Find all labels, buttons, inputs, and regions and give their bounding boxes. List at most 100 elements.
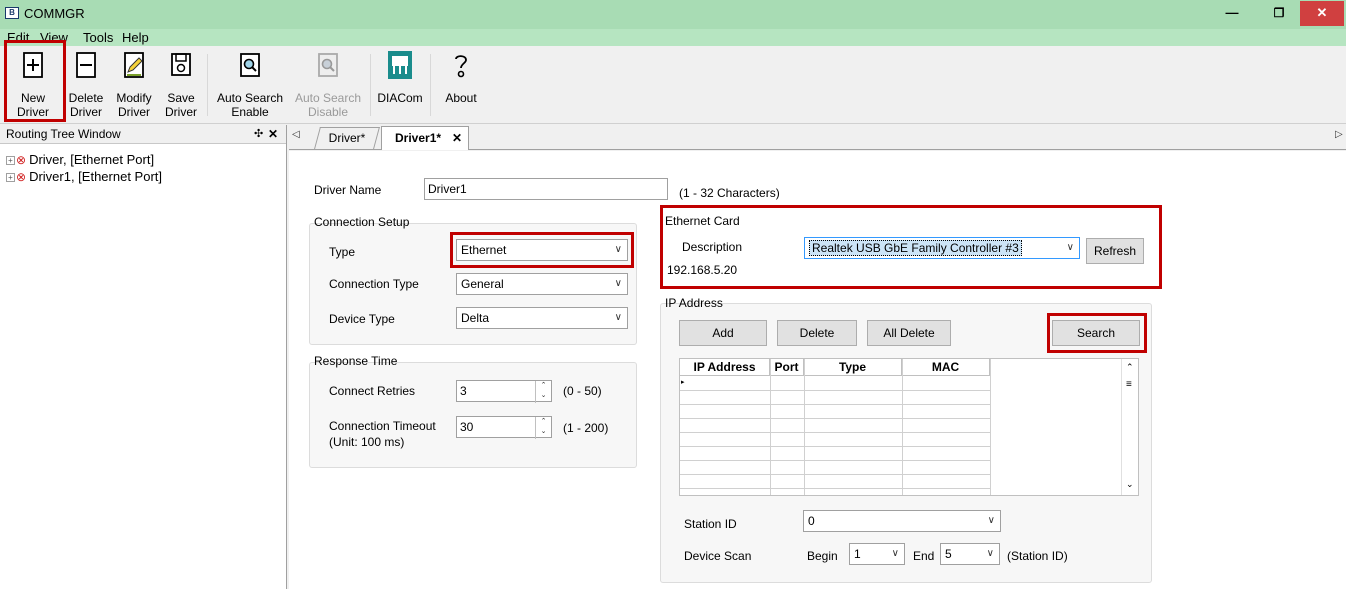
ethernet-card-select[interactable]: Realtek USB GbE Family Controller #3 ∨: [804, 237, 1080, 259]
delete-driver-button[interactable]: Delete Driver: [64, 48, 108, 122]
delete-file-icon: [76, 52, 96, 78]
error-status-icon: ⊗: [16, 170, 27, 184]
ethernet-card-value: Realtek USB GbE Family Controller #3: [809, 240, 1022, 256]
new-driver-highlight: [4, 40, 66, 122]
connect-retries-input[interactable]: 3 ⌃ ⌄: [456, 380, 552, 403]
column-mac: MAC: [902, 359, 990, 376]
scroll-down-icon[interactable]: ⌄: [1126, 479, 1134, 490]
chevron-down-icon: ∨: [614, 278, 622, 289]
tab-scroll-right-icon[interactable]: ▷: [1335, 129, 1343, 140]
vertical-scrollbar[interactable]: ⌃ ≡ ⌄: [1121, 359, 1138, 495]
refresh-button[interactable]: Refresh: [1086, 238, 1144, 264]
minimize-button[interactable]: —: [1210, 1, 1254, 26]
search-file-icon: [240, 53, 260, 77]
end-select[interactable]: 5 ∨: [940, 543, 1000, 565]
connection-timeout-value: 30: [460, 420, 474, 434]
spinner-icon[interactable]: ⌃ ⌄: [535, 381, 551, 403]
connection-type-value: General: [461, 277, 504, 291]
connection-type-select[interactable]: General ∨: [456, 273, 628, 295]
auto-search-disable-button[interactable]: Auto Search Disable: [292, 48, 364, 122]
spinner-icon[interactable]: ⌃ ⌄: [535, 417, 551, 439]
expand-icon[interactable]: +: [6, 156, 15, 166]
about-button[interactable]: About: [440, 48, 482, 122]
station-id-select[interactable]: 0 ∨: [803, 510, 1001, 532]
grid-line: [680, 474, 990, 475]
add-button[interactable]: Add: [679, 320, 767, 346]
grid-line: [680, 432, 990, 433]
save-driver-button[interactable]: Save Driver: [160, 48, 202, 122]
tab-driver[interactable]: Driver*: [314, 127, 380, 149]
column-ip-address: IP Address: [680, 359, 770, 376]
close-panel-icon[interactable]: ✕: [268, 125, 278, 143]
diacom-button[interactable]: DIACom: [376, 48, 424, 122]
pin-icon[interactable]: ✣: [254, 125, 263, 143]
column-port: Port: [770, 359, 804, 376]
tab-scroll-left-icon[interactable]: ◁: [292, 129, 300, 140]
connect-retries-label: Connect Retries: [329, 384, 416, 398]
connection-timeout-range: (1 - 200): [563, 421, 609, 435]
menu-help[interactable]: Help: [122, 30, 149, 45]
station-id-hint: (Station ID): [1007, 549, 1068, 563]
menu-tools[interactable]: Tools: [83, 30, 113, 45]
device-type-select[interactable]: Delta ∨: [456, 307, 628, 329]
description-label: Description: [682, 240, 743, 254]
row-indicator-icon: ▸: [681, 379, 685, 386]
scroll-up-icon[interactable]: ⌃: [1126, 362, 1134, 373]
tree-item-driver[interactable]: + ⊗ Driver, [Ethernet Port]: [6, 152, 154, 167]
ip-address-title: IP Address: [665, 296, 723, 310]
connection-timeout-input[interactable]: 30 ⌃ ⌄: [456, 416, 552, 439]
auto-search-enable-button[interactable]: Auto Search Enable: [214, 48, 286, 122]
restore-button[interactable]: ❐: [1257, 1, 1301, 26]
error-status-icon: ⊗: [16, 153, 27, 167]
routing-tree-header: Routing Tree Window ✣ ✕: [0, 125, 286, 144]
app-icon: B: [5, 7, 19, 19]
toolbar-separator: [370, 54, 371, 116]
tree-item-label: Driver1, [Ethernet Port]: [29, 169, 163, 184]
grid-line: [680, 460, 990, 461]
document-tabs: ◁ Driver* Driver1* ✕ ▷: [289, 125, 1346, 150]
edit-file-icon: [124, 52, 144, 78]
tree-item-label: Driver, [Ethernet Port]: [29, 152, 155, 167]
station-id-label: Station ID: [684, 517, 737, 531]
table-header: IP Address Port Type MAC: [680, 359, 990, 376]
question-icon: [455, 55, 467, 78]
chevron-down-icon: ∨: [891, 548, 899, 559]
begin-select[interactable]: 1 ∨: [849, 543, 905, 565]
search-file-disabled-icon: [318, 53, 338, 77]
response-time-title: Response Time: [314, 354, 398, 368]
routing-tree-panel: Routing Tree Window ✣ ✕ + ⊗ Driver, [Ether…: [0, 125, 287, 589]
connection-type-label: Connection Type: [329, 277, 419, 291]
ethernet-card-title: Ethernet Card: [665, 214, 740, 228]
auto-search-disable-label-2: Disable: [307, 105, 349, 119]
save-icon: [171, 53, 191, 76]
tree-item-driver1[interactable]: + ⊗ Driver1, [Ethernet Port]: [6, 169, 162, 184]
title-bar: B COMMGR — ❐ ✕: [0, 0, 1346, 29]
begin-value: 1: [854, 547, 861, 561]
all-delete-button[interactable]: All Delete: [867, 320, 951, 346]
grid-line: [680, 390, 990, 391]
type-label: Type: [329, 245, 356, 259]
tab-close-icon[interactable]: ✕: [452, 127, 462, 149]
driver-name-input[interactable]: Driver1: [424, 178, 668, 200]
auto-search-disable-label-1: Auto Search: [294, 91, 362, 105]
chevron-down-icon: ∨: [1066, 242, 1074, 253]
about-label: About: [445, 91, 477, 105]
column-type: Type: [804, 359, 902, 376]
grid-line: [680, 446, 990, 447]
connection-timeout-unit: (Unit: 100 ms): [329, 435, 405, 449]
delete-button[interactable]: Delete: [777, 320, 857, 346]
routing-tree-title: Routing Tree Window: [6, 127, 121, 141]
ip-address-table[interactable]: IP Address Port Type MAC ▸ ⌃ ≡ ⌄: [679, 358, 1139, 496]
scroll-thumb-icon[interactable]: ≡: [1126, 379, 1132, 390]
device-type-label: Device Type: [329, 312, 395, 326]
modify-driver-button[interactable]: Modify Driver: [112, 48, 156, 122]
search-highlight: [1047, 313, 1147, 353]
delete-driver-label-1: Delete: [68, 91, 104, 105]
expand-icon[interactable]: +: [6, 173, 15, 183]
modify-driver-label-2: Driver: [118, 105, 150, 119]
driver-name-hint: (1 - 32 Characters): [679, 186, 780, 200]
tab-driver1[interactable]: Driver1* ✕: [381, 126, 469, 150]
station-id-value: 0: [808, 514, 815, 528]
chevron-down-icon: ∨: [987, 515, 995, 526]
close-button[interactable]: ✕: [1300, 1, 1344, 26]
